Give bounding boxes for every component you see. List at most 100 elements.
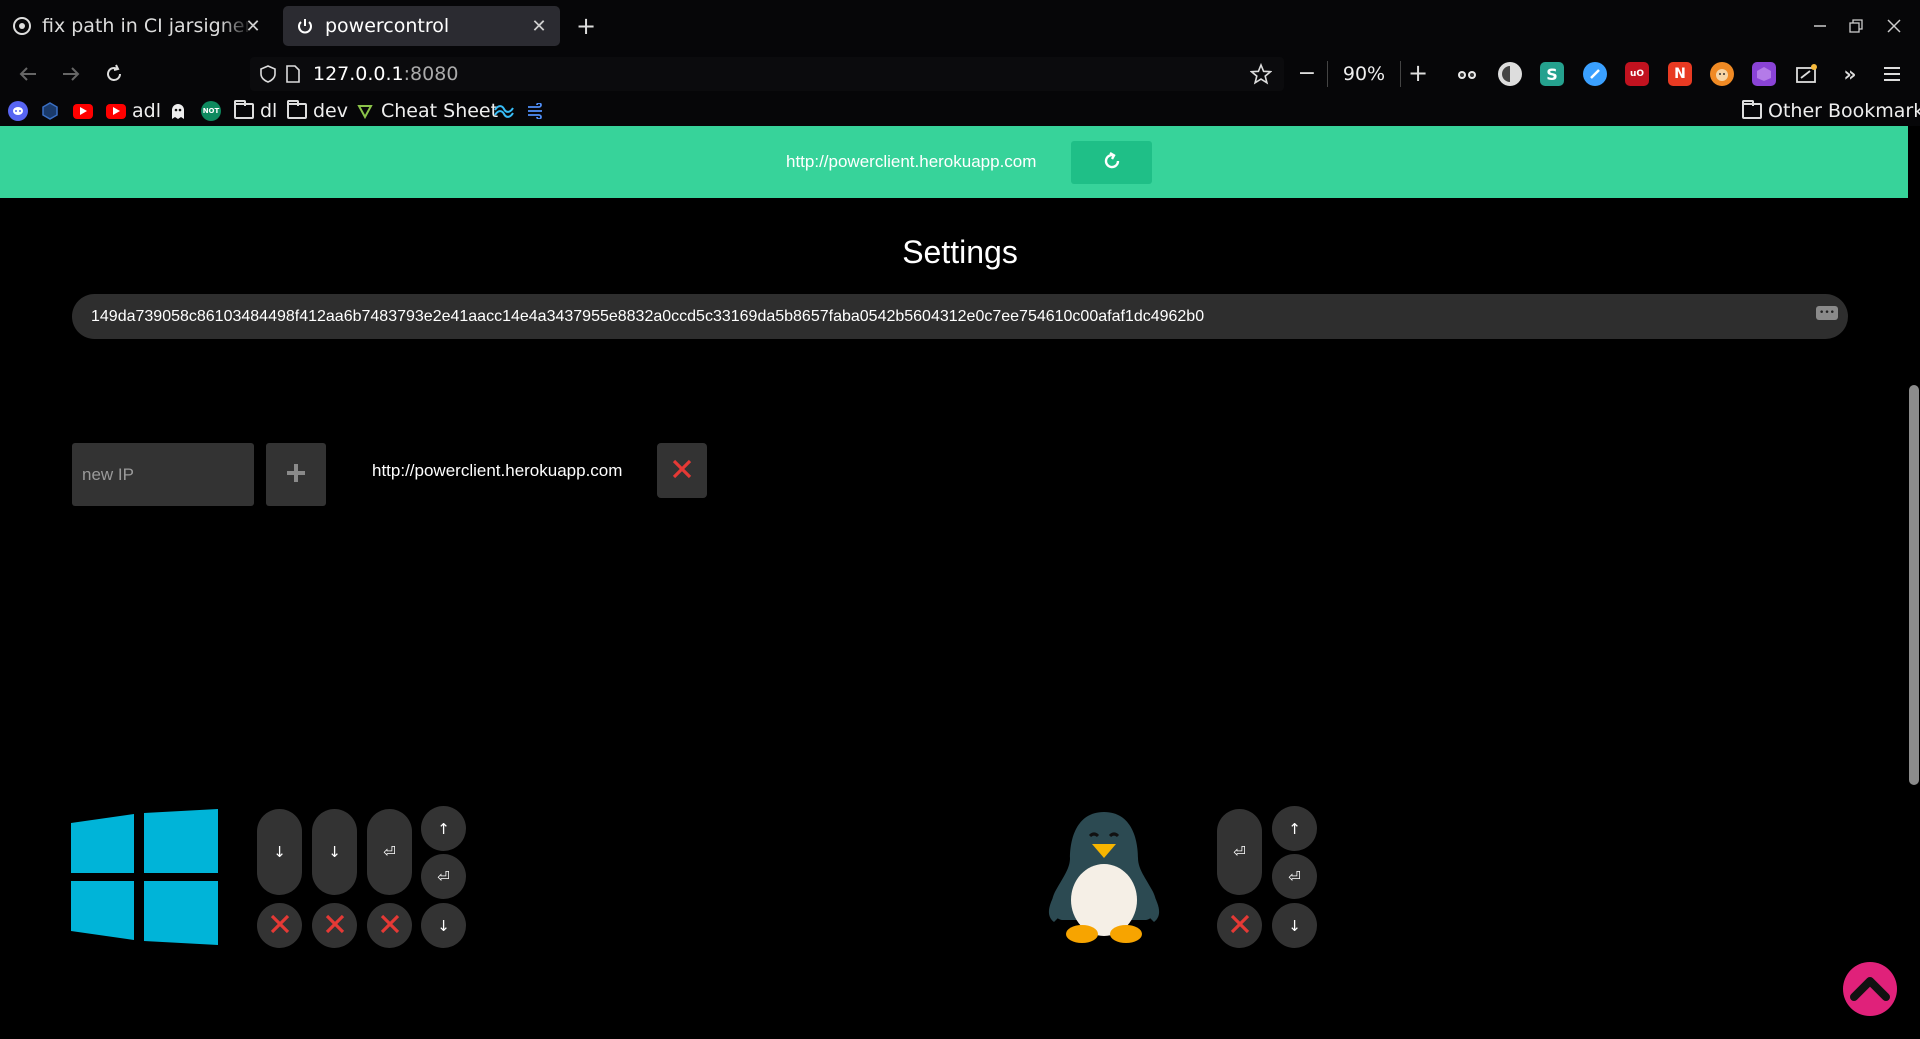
linux-penguin-icon (1040, 806, 1168, 950)
current-server-url: http://powerclient.herokuapp.com (786, 152, 1037, 171)
linux-arrow-up-button[interactable]: ↑ (1272, 806, 1317, 851)
s-extension-icon[interactable]: S (1540, 62, 1564, 86)
windows-logo-icon (71, 809, 218, 949)
back-icon[interactable] (13, 59, 43, 89)
linux-enter-button[interactable]: ⏎ (1272, 854, 1317, 899)
windows-arrow-down-button[interactable]: ↓ (257, 809, 302, 895)
page-icon (285, 64, 301, 88)
folder-icon (1742, 100, 1762, 119)
discord-icon (8, 101, 28, 121)
cube-extension-icon[interactable] (1752, 62, 1776, 86)
tab-strip: fix path in CI jarsigner · m ✕ powercont… (0, 0, 1920, 51)
url-port: :8080 (403, 63, 459, 85)
server-bar: http://powerclient.herokuapp.com (0, 126, 1920, 198)
windows-remove-button[interactable] (367, 903, 412, 948)
fox-extension-icon[interactable] (1710, 62, 1734, 86)
tab-powercontrol[interactable]: powercontrol ✕ (283, 6, 560, 46)
bookmark-tailwind[interactable] (494, 98, 514, 124)
bookmark-folder-dev[interactable]: dev (287, 98, 348, 124)
linux-enter-button[interactable]: ⏎ (1217, 809, 1262, 895)
tab-title: fix path in CI jarsigner · m (42, 15, 252, 37)
bookmark-adl[interactable]: adl (106, 98, 161, 124)
ublock-extension-icon[interactable]: uO (1625, 62, 1649, 86)
password-manager-icon[interactable]: ••• (1816, 306, 1838, 320)
navigation-bar: 127.0.0.1:8080 − 90% + S uO N » (0, 51, 1920, 96)
bookmark-wind[interactable] (526, 98, 546, 124)
windows-enter-button[interactable]: ⏎ (421, 854, 466, 899)
refresh-button[interactable] (1071, 141, 1152, 184)
token-input[interactable] (72, 294, 1848, 339)
bookmark-star-icon[interactable] (1249, 62, 1273, 89)
bookmark-not[interactable]: NOT (201, 98, 221, 124)
ghost-icon (168, 101, 188, 121)
red-x-icon (671, 458, 693, 484)
windows-arrow-down-button[interactable]: ↓ (312, 809, 357, 895)
new-tab-button[interactable]: + (572, 12, 600, 40)
linux-arrow-down-button[interactable]: ↓ (1272, 903, 1317, 948)
address-bar[interactable]: 127.0.0.1:8080 (250, 57, 1284, 91)
red-x-icon (1229, 913, 1251, 939)
pen-extension-icon[interactable] (1583, 62, 1607, 86)
shield-hex-icon (40, 101, 60, 121)
github-icon (12, 16, 32, 36)
zoom-level[interactable]: 90% (1327, 61, 1401, 87)
new-ip-input[interactable] (72, 443, 254, 506)
url-text: 127.0.0.1:8080 (313, 63, 458, 85)
restore-icon[interactable] (1842, 12, 1870, 40)
bookmark-shield[interactable] (40, 98, 60, 124)
bookmark-folder-dl[interactable]: dl (234, 98, 277, 124)
window-close-icon[interactable] (1880, 12, 1908, 40)
windows-enter-button[interactable]: ⏎ (367, 809, 412, 895)
windows-remove-button[interactable] (312, 903, 357, 948)
linux-remove-button[interactable] (1217, 903, 1262, 948)
red-x-icon (379, 913, 401, 939)
remove-ip-button[interactable] (657, 443, 707, 498)
windows-arrow-up-button[interactable]: ↑ (421, 806, 466, 851)
shield-icon[interactable] (258, 64, 278, 88)
other-bookmarks[interactable]: Other Bookmarks (1742, 98, 1920, 124)
red-x-icon (324, 913, 346, 939)
not-badge-icon: NOT (201, 101, 221, 121)
power-icon (295, 16, 315, 36)
scrollbar-thumb[interactable] (1909, 385, 1919, 785)
other-bookmarks-label: Other Bookmarks (1768, 100, 1920, 122)
cheatsheet-icon (355, 101, 375, 121)
youtube-icon (73, 103, 93, 119)
refresh-icon (1101, 150, 1123, 176)
reload-icon[interactable] (99, 59, 129, 89)
scroll-to-top-button[interactable] (1843, 962, 1897, 1016)
zoom-in-button[interactable]: + (1404, 59, 1432, 87)
close-icon[interactable]: ✕ (242, 15, 264, 37)
bookmark-label: dev (313, 100, 348, 122)
mask-extension-icon[interactable] (1498, 62, 1522, 86)
url-host: 127.0.0.1 (313, 63, 404, 85)
chevron-up-icon (1850, 973, 1890, 1005)
close-icon[interactable]: ✕ (528, 15, 550, 37)
bookmarks-bar: adl NOT dl dev Cheat Sheet Other Bookmar… (0, 96, 1920, 126)
wind-icon (526, 101, 546, 121)
tab-title: powercontrol (325, 15, 450, 37)
menu-icon[interactable] (1880, 62, 1904, 86)
overflow-chevrons-icon[interactable]: » (1838, 62, 1862, 86)
bookmark-label: adl (132, 100, 161, 122)
plus-icon (285, 462, 307, 488)
tab-github[interactable]: fix path in CI jarsigner · m ✕ (0, 6, 274, 46)
bookmark-label: Cheat Sheet (381, 100, 499, 122)
windows-remove-button[interactable] (257, 903, 302, 948)
red-x-icon (269, 913, 291, 939)
bookmark-discord[interactable] (8, 98, 28, 124)
tab-extension-icon[interactable] (1795, 62, 1819, 86)
windows-arrow-down-button[interactable]: ↓ (421, 903, 466, 948)
bookmark-youtube[interactable] (73, 98, 93, 124)
n-extension-icon[interactable]: N (1668, 62, 1692, 86)
bookmark-ghost[interactable] (168, 98, 188, 124)
folder-icon (287, 100, 307, 119)
bookmark-cheat-sheet[interactable]: Cheat Sheet (355, 98, 498, 124)
youtube-icon (106, 103, 126, 119)
minimize-icon[interactable] (1806, 12, 1834, 40)
glasses-extension-icon[interactable] (1455, 62, 1479, 86)
zoom-out-button[interactable]: − (1293, 59, 1321, 87)
forward-icon[interactable] (56, 59, 86, 89)
folder-icon (234, 100, 254, 119)
add-ip-button[interactable] (266, 443, 326, 506)
